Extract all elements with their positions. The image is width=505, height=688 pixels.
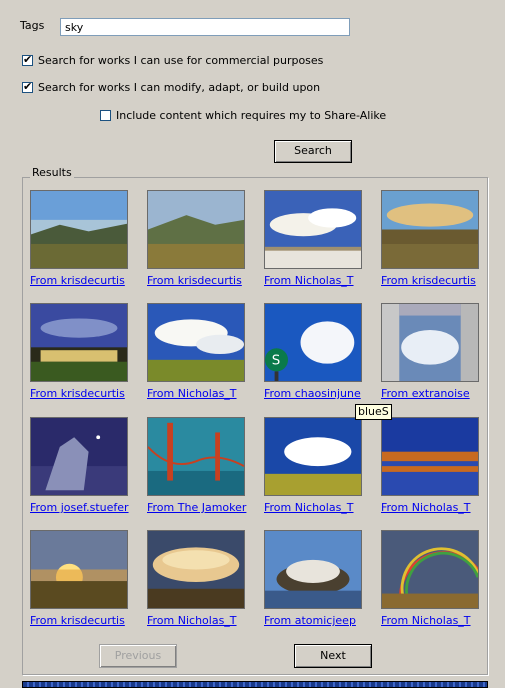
result-author-link[interactable]: From atomicjeep xyxy=(264,614,364,627)
result-item: From krisdecurtis xyxy=(381,190,481,287)
previous-button[interactable]: Previous xyxy=(99,644,177,668)
result-item: From krisdecurtis xyxy=(147,190,247,287)
result-item: From krisdecurtis xyxy=(30,530,130,627)
result-item: From Nicholas_T xyxy=(147,303,247,400)
result-author-link[interactable]: From extranoise xyxy=(381,387,481,400)
result-author-link[interactable]: From krisdecurtis xyxy=(30,614,130,627)
result-author-link[interactable]: From Nicholas_T xyxy=(147,387,247,400)
next-button[interactable]: Next xyxy=(294,644,372,668)
result-author-link[interactable]: From krisdecurtis xyxy=(381,274,481,287)
sharealike-checkbox[interactable] xyxy=(100,110,111,121)
results-title: Results xyxy=(30,166,74,179)
result-item: From krisdecurtis xyxy=(30,190,130,287)
result-thumbnail[interactable] xyxy=(30,303,128,382)
result-thumbnail[interactable] xyxy=(147,190,245,269)
result-item: From Nicholas_T xyxy=(381,417,481,514)
result-thumbnail[interactable] xyxy=(147,303,245,382)
result-item: From josef.stuefer xyxy=(30,417,130,514)
progress-bar xyxy=(22,681,488,688)
check-icon: ✔ xyxy=(23,80,33,93)
modify-label[interactable]: Search for works I can modify, adapt, or… xyxy=(38,81,320,94)
result-author-link[interactable]: From The Jamoker xyxy=(147,501,247,514)
result-item: From Nicholas_T xyxy=(264,417,364,514)
sharealike-label[interactable]: Include content which requires my to Sha… xyxy=(116,109,386,122)
result-item: From Nicholas_T xyxy=(264,190,364,287)
result-author-link[interactable]: From Nicholas_T xyxy=(147,614,247,627)
result-thumbnail[interactable] xyxy=(147,530,245,609)
result-thumbnail[interactable] xyxy=(381,417,479,496)
result-item: S From chaosinjune xyxy=(264,303,364,400)
result-thumbnail[interactable] xyxy=(30,530,128,609)
result-thumbnail[interactable] xyxy=(30,417,128,496)
result-author-link[interactable]: From krisdecurtis xyxy=(147,274,247,287)
modify-checkbox[interactable]: ✔ xyxy=(22,80,33,93)
svg-text:S: S xyxy=(272,354,281,369)
result-author-link[interactable]: From Nicholas_T xyxy=(381,614,481,627)
result-thumbnail[interactable] xyxy=(147,417,245,496)
result-author-link[interactable]: From chaosinjune xyxy=(264,387,364,400)
result-author-link[interactable]: From josef.stuefer xyxy=(30,501,130,514)
result-item: From atomicjeep xyxy=(264,530,364,627)
result-thumbnail[interactable] xyxy=(264,417,362,496)
tags-input[interactable] xyxy=(60,18,350,36)
result-thumbnail[interactable] xyxy=(381,303,479,382)
tooltip: blueS xyxy=(355,404,392,420)
result-thumbnail[interactable] xyxy=(264,530,362,609)
result-thumbnail[interactable] xyxy=(30,190,128,269)
result-thumbnail[interactable]: S xyxy=(264,303,362,382)
tags-label: Tags xyxy=(20,19,45,32)
result-author-link[interactable]: From Nicholas_T xyxy=(264,501,364,514)
result-author-link[interactable]: From krisdecurtis xyxy=(30,274,130,287)
result-author-link[interactable]: From krisdecurtis xyxy=(30,387,130,400)
check-icon: ✔ xyxy=(23,53,33,66)
commercial-label[interactable]: Search for works I can use for commercia… xyxy=(38,54,323,67)
result-thumbnail[interactable] xyxy=(264,190,362,269)
result-item: From Nicholas_T xyxy=(381,530,481,627)
result-item: From extranoise xyxy=(381,303,481,400)
result-thumbnail[interactable] xyxy=(381,190,479,269)
search-button[interactable]: Search xyxy=(274,140,352,163)
result-author-link[interactable]: From Nicholas_T xyxy=(381,501,481,514)
commercial-checkbox[interactable]: ✔ xyxy=(22,53,33,66)
result-item: From Nicholas_T xyxy=(147,530,247,627)
result-author-link[interactable]: From Nicholas_T xyxy=(264,274,364,287)
result-item: From krisdecurtis xyxy=(30,303,130,400)
result-item: From The Jamoker xyxy=(147,417,247,514)
result-thumbnail[interactable] xyxy=(381,530,479,609)
